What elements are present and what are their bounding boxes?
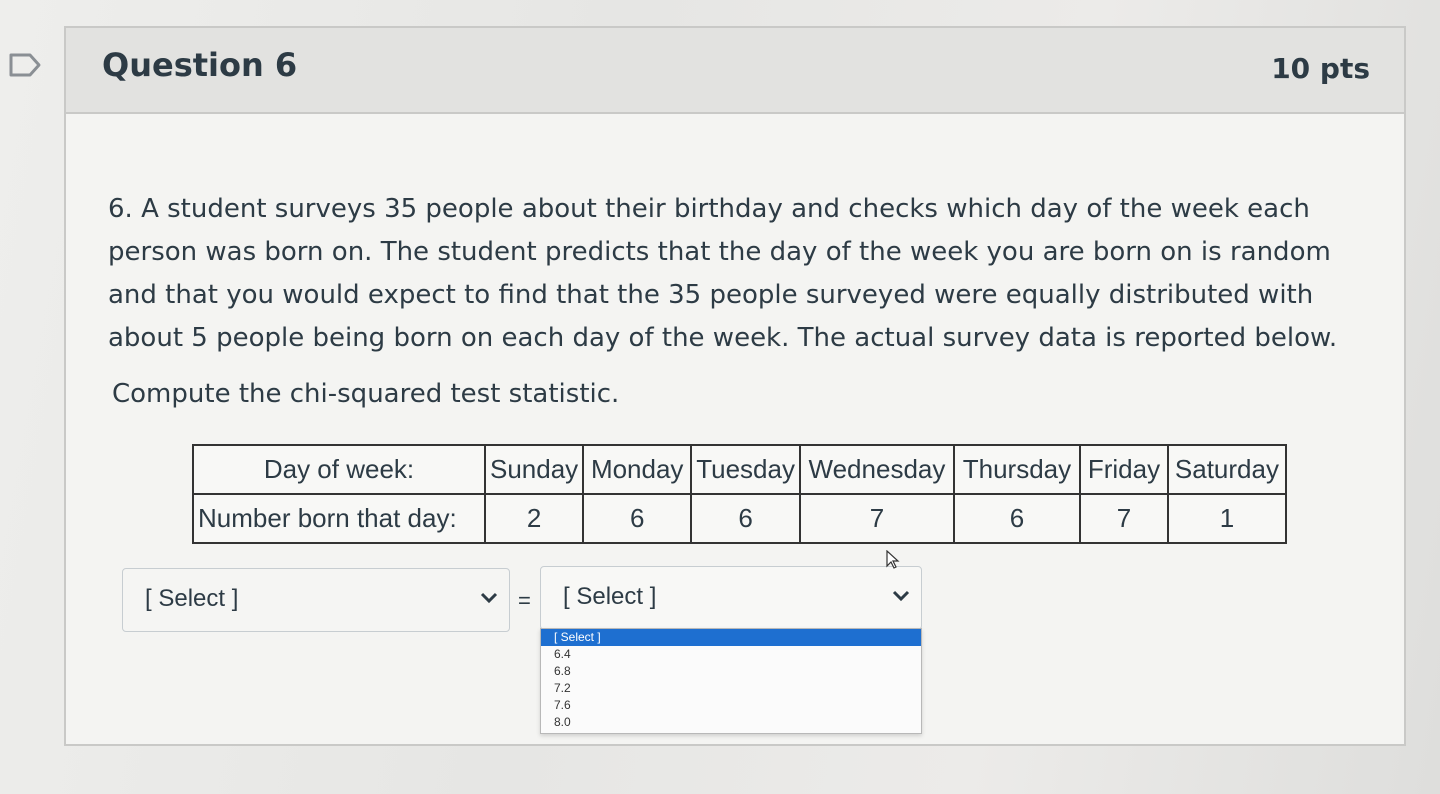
table-cell: Saturday <box>1166 444 1287 495</box>
question-title: Question 6 <box>102 46 298 84</box>
table-cell: 6 <box>690 493 801 544</box>
answer-select-right[interactable]: [ Select ] <box>540 566 922 630</box>
dropdown-option[interactable]: [ Select ] <box>541 629 921 646</box>
table-cell: 1 <box>1166 493 1287 544</box>
dropdown-option[interactable]: 7.6 <box>541 697 921 714</box>
table-data-row: Number born that day: 2 6 6 7 6 7 1 <box>192 493 1287 544</box>
dropdown-option[interactable]: 7.2 <box>541 680 921 697</box>
chevron-down-icon <box>892 590 910 602</box>
table-cell: Friday <box>1078 444 1169 495</box>
dropdown-option[interactable]: 6.4 <box>541 646 921 663</box>
table-cell: Tuesday <box>690 444 801 495</box>
question-prompt: 6. A student surveys 35 people about the… <box>108 194 1338 353</box>
question-body: 6. A student surveys 35 people about the… <box>108 188 1358 412</box>
question-points: 10 pts <box>1271 52 1370 85</box>
select-value: [ Select ] <box>145 585 239 612</box>
table-cell: Monday <box>582 444 693 495</box>
answer-dropdown-list[interactable]: [ Select ] 6.4 6.8 7.2 7.6 8.0 <box>540 628 922 734</box>
table-cell: Day of week: <box>192 444 486 495</box>
dropdown-option[interactable]: 6.8 <box>541 663 921 680</box>
answer-select-left[interactable]: [ Select ] <box>122 568 510 632</box>
table-cell: 6 <box>952 493 1081 544</box>
equals-sign: = <box>518 588 531 613</box>
table-cell: 2 <box>483 493 585 544</box>
table-cell: Wednesday <box>798 444 955 495</box>
table-header-row: Day of week: Sunday Monday Tuesday Wedne… <box>192 444 1287 495</box>
question-header: Question 6 10 pts <box>66 28 1404 114</box>
dropdown-option[interactable]: 8.0 <box>541 714 921 731</box>
quiz-page: Question 6 10 pts 6. A student surveys 3… <box>0 0 1440 794</box>
table-cell: Thursday <box>952 444 1081 495</box>
table-cell: 6 <box>582 493 693 544</box>
select-value: [ Select ] <box>563 583 657 610</box>
question-instruction: Compute the chi-squared test statistic. <box>112 379 620 409</box>
table-cell: 7 <box>798 493 955 544</box>
cursor-icon <box>886 550 900 569</box>
table-cell: Sunday <box>483 444 585 495</box>
flag-icon[interactable] <box>8 52 42 78</box>
table-cell: 7 <box>1078 493 1169 544</box>
table-cell: Number born that day: <box>192 493 486 544</box>
chevron-down-icon <box>480 592 498 604</box>
survey-data-table: Day of week: Sunday Monday Tuesday Wedne… <box>192 444 1287 544</box>
